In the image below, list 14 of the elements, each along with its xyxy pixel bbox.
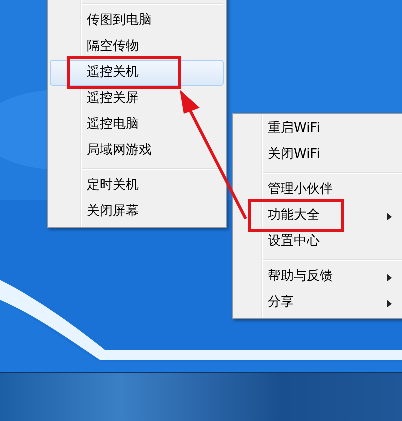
menu-item[interactable]: 重启WiFi — [235, 116, 402, 142]
menu-item[interactable]: 关闭WiFi — [235, 142, 402, 168]
menu-item[interactable]: 管理小伙伴 — [235, 177, 402, 203]
menu-item[interactable]: 帮助与反馈 — [235, 264, 402, 290]
menu-item[interactable]: 局域网游戏 — [50, 138, 224, 164]
menu-item[interactable]: 遥控关屏 — [50, 86, 224, 112]
menu-item[interactable]: 定时关机 — [50, 173, 224, 199]
menu-item[interactable]: 遥控电脑 — [50, 112, 224, 138]
menu-item[interactable]: 关闭屏幕 — [50, 199, 224, 225]
menu-item[interactable]: 功能大全 — [235, 203, 402, 229]
menu-item[interactable]: 传图到电脑 — [50, 8, 224, 34]
menu-item[interactable]: 分享 — [235, 290, 402, 316]
menu-item[interactable]: 隔空传物 — [50, 34, 224, 60]
menu-item[interactable]: 设置中心 — [235, 229, 402, 255]
